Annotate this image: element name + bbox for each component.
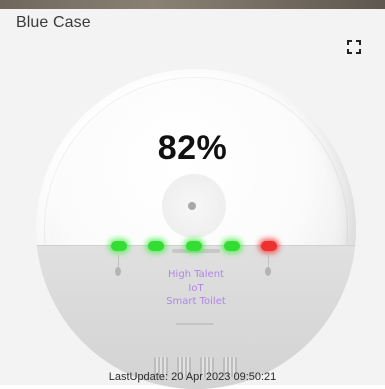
status-led-5: [261, 241, 277, 251]
last-update-text: LastUpdate: 20 Apr 2023 09:50:21: [108, 371, 277, 383]
brand-line-3: Smart Toilet: [166, 296, 226, 307]
status-led-4: [224, 241, 240, 251]
brand-label: High Talent IoT Smart Toilet: [36, 268, 356, 309]
brand-line-2: IoT: [188, 282, 204, 294]
smart-toilet-device: High Talent IoT Smart Toilet: [36, 69, 356, 389]
fill-level-percent: 82%: [157, 129, 228, 167]
sensor-dot: [188, 202, 196, 210]
card-title: Blue Case: [16, 14, 91, 31]
status-led-2: [148, 241, 164, 251]
widget-card: Blue Case High Talent IoT Smart Toilet 8…: [0, 9, 385, 389]
header-image-strip: [0, 0, 385, 9]
status-led-3: [186, 241, 202, 251]
fullscreen-icon[interactable]: [347, 40, 361, 54]
status-led-1: [111, 241, 127, 251]
device-slot: [176, 323, 214, 325]
brand-line-1: High Talent: [168, 269, 224, 280]
